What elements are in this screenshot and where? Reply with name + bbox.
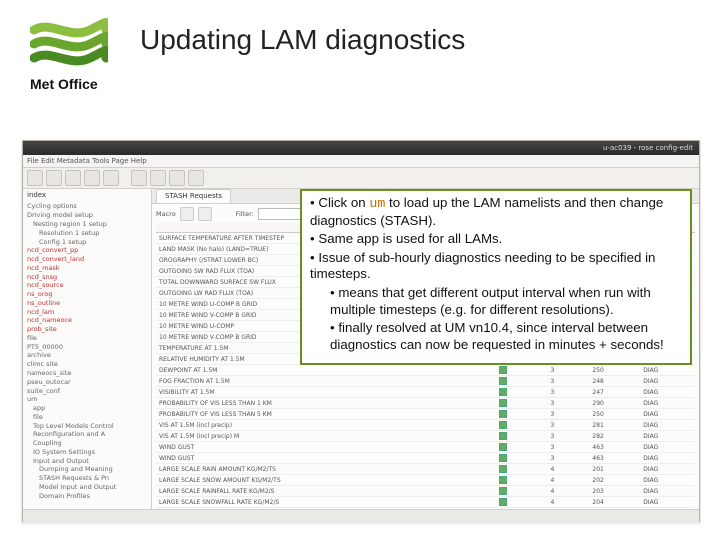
tree-item[interactable]: PT5_00000 — [27, 343, 147, 352]
tree-item[interactable]: Cycling options — [27, 202, 147, 211]
callout-bullet-3b: • finally resolved at UM vn10.4, since i… — [310, 320, 684, 353]
nav-tree[interactable]: index Cycling optionsDriving model setup… — [23, 189, 152, 509]
tree-item[interactable]: ncd_convert_pp — [27, 246, 147, 255]
table-row[interactable]: LARGE SCALE SNOW AMOUNT KG/M2/TS4202DIAG — [156, 475, 695, 486]
tree-item[interactable]: Resolution 1 setup — [27, 229, 147, 238]
include-checkbox[interactable] — [496, 376, 547, 387]
include-checkbox[interactable] — [496, 464, 547, 475]
toolbar — [23, 168, 699, 189]
titlebar-right: u-ac039 - rose config-edit — [603, 141, 693, 155]
include-checkbox[interactable] — [496, 497, 547, 508]
callout-text: • Click on — [310, 195, 369, 210]
tree-item[interactable]: Dumping and Meaning — [27, 465, 147, 474]
table-row[interactable]: VIS AT 1.5M (incl precip) M3282DIAG — [156, 431, 695, 442]
tree-item[interactable]: Input and Output — [27, 457, 147, 466]
table-row[interactable]: WIND GUST3463DIAG — [156, 442, 695, 453]
callout-bullet-2: • Same app is used for all LAMs. — [310, 231, 684, 248]
include-checkbox[interactable] — [496, 508, 547, 510]
slide-title: Updating LAM diagnostics — [140, 24, 465, 56]
callout-bullet-1: • Click on um to load up the LAM namelis… — [310, 195, 684, 229]
logo-text: Met Office — [30, 76, 98, 92]
table-row[interactable]: VIS AT 1.5M (incl precip)3281DIAG — [156, 420, 695, 431]
toolbar-button[interactable] — [169, 170, 185, 186]
window-titlebar: u-ac039 - rose config-edit — [23, 141, 699, 155]
tree-item[interactable]: archive — [27, 351, 147, 360]
table-row[interactable]: LARGE SCALE RAINFALL RATE KG/M2/S4203DIA… — [156, 486, 695, 497]
tree-item[interactable]: Nesting region 1 setup — [27, 220, 147, 229]
tree-item[interactable]: ns_outline — [27, 299, 147, 308]
tree-item[interactable]: Model Input and Output — [27, 483, 147, 492]
tree-header: index — [27, 191, 147, 200]
include-checkbox[interactable] — [496, 409, 547, 420]
macro-label: Macro — [156, 210, 176, 218]
toolbar-button[interactable] — [103, 170, 119, 186]
tree-item[interactable]: ns_orog — [27, 290, 147, 299]
filter-label: Filter: — [236, 210, 254, 218]
met-office-logo: Met Office — [30, 18, 110, 108]
tree-item[interactable]: climc site — [27, 360, 147, 369]
tree-item[interactable]: ncd_lam — [27, 308, 147, 317]
table-row[interactable]: LARGE SCALE RAIN AMOUNT KG/M2/TS4201DIAG — [156, 464, 695, 475]
toolbar-button[interactable] — [188, 170, 204, 186]
table-row[interactable]: WIND GUST3463DIAG — [156, 453, 695, 464]
menubar[interactable]: File Edit Metadata Tools Page Help — [23, 155, 699, 168]
tree-item[interactable]: ncd_source — [27, 281, 147, 290]
table-row[interactable]: FOG FRACTION AT 1.5M3248DIAG — [156, 376, 695, 387]
annotation-callout: • Click on um to load up the LAM namelis… — [300, 189, 692, 365]
callout-bullet-3: • Issue of sub-hourly diagnostics needin… — [310, 250, 684, 283]
include-checkbox[interactable] — [496, 365, 547, 376]
tree-item[interactable]: prob_site — [27, 325, 147, 334]
tree-item[interactable]: Config 1 setup — [27, 238, 147, 247]
code-um: um — [369, 196, 385, 211]
toolbar-button[interactable] — [131, 170, 147, 186]
callout-bullet-3a: • means that get different output interv… — [310, 285, 684, 318]
include-checkbox[interactable] — [496, 453, 547, 464]
tree-item[interactable]: ncd_convert_land — [27, 255, 147, 264]
tree-item[interactable]: app — [27, 404, 147, 413]
table-row[interactable]: LARGE SCALE SNOWFALL RATE KG/M2/S4204DIA… — [156, 497, 695, 508]
table-row[interactable]: VISIBILITY AT 1.5M3247DIAG — [156, 387, 695, 398]
tree-item[interactable]: IO System Settings — [27, 448, 147, 457]
include-checkbox[interactable] — [496, 486, 547, 497]
toolbar-button[interactable] — [65, 170, 81, 186]
macro-button[interactable] — [180, 207, 194, 221]
tree-item[interactable]: file — [27, 413, 147, 422]
tree-item[interactable]: Driving model setup — [27, 211, 147, 220]
toolbar-button[interactable] — [84, 170, 100, 186]
tree-item[interactable]: Top Level Models Control — [27, 422, 147, 431]
statusbar — [23, 509, 699, 524]
include-checkbox[interactable] — [496, 398, 547, 409]
macro-button[interactable] — [198, 207, 212, 221]
table-row[interactable]: PROBABILITY OF VIS LESS THAN 5 KM3250DIA… — [156, 409, 695, 420]
tree-item[interactable]: file — [27, 334, 147, 343]
include-checkbox[interactable] — [496, 475, 547, 486]
include-checkbox[interactable] — [496, 387, 547, 398]
include-checkbox[interactable] — [496, 442, 547, 453]
toolbar-button[interactable] — [27, 170, 43, 186]
tree-item[interactable]: ncd_snsg — [27, 273, 147, 282]
tree-item[interactable]: ncd_nameoce — [27, 316, 147, 325]
toolbar-button[interactable] — [150, 170, 166, 186]
toolbar-button[interactable] — [46, 170, 62, 186]
tree-item[interactable]: um — [27, 395, 147, 404]
tree-item[interactable]: nameocs_site — [27, 369, 147, 378]
tree-item[interactable]: pseu_outocar — [27, 378, 147, 387]
table-row[interactable]: PROBABILITY OF VIS LESS THAN 1 KM3290DIA… — [156, 398, 695, 409]
tree-item[interactable]: Domain Profiles — [27, 492, 147, 501]
table-row[interactable]: CONVECTIVE RAIN AMOUNT KG/M2/TS5201DIAG — [156, 508, 695, 510]
tab-stash-requests[interactable]: STASH Requests — [156, 189, 231, 203]
tree-item[interactable]: Reconfiguration and A — [27, 430, 147, 439]
tree-item[interactable]: ncd_mask — [27, 264, 147, 273]
tree-item[interactable]: suite_conf — [27, 387, 147, 396]
table-row[interactable]: DEWPOINT AT 1.5M3250DIAG — [156, 365, 695, 376]
tree-item[interactable]: Coupling — [27, 439, 147, 448]
include-checkbox[interactable] — [496, 420, 547, 431]
tree-item[interactable]: STASH Requests & Pn — [27, 474, 147, 483]
include-checkbox[interactable] — [496, 431, 547, 442]
